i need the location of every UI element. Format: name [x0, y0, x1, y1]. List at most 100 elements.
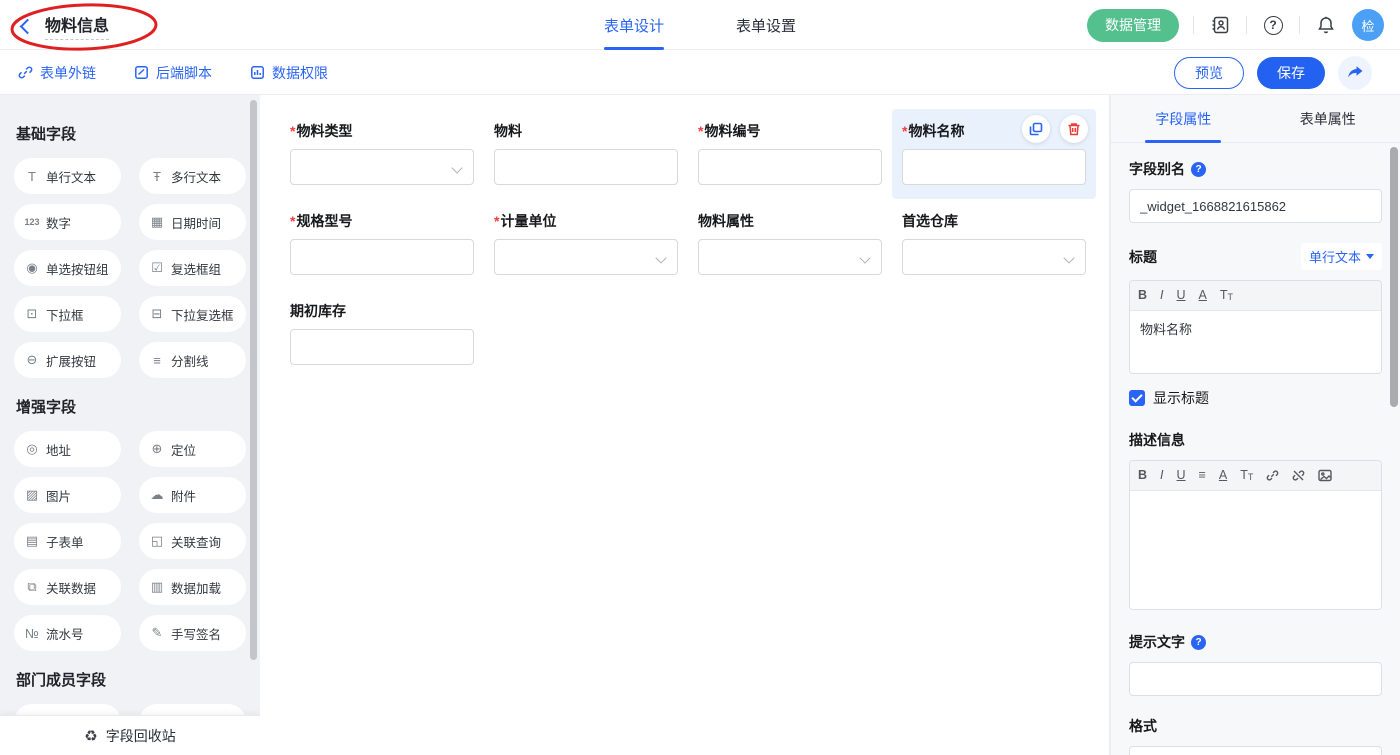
section-title-enhanced-fields: 增强字段: [16, 396, 246, 417]
align-button[interactable]: ≡: [1199, 469, 1206, 482]
form-canvas[interactable]: *物料类型 物料 *物料编号 *物料名称: [260, 95, 1110, 755]
field-alias-input[interactable]: [1129, 189, 1382, 223]
italic-button[interactable]: I: [1160, 469, 1163, 482]
notification-bell-icon[interactable]: [1314, 13, 1338, 37]
palette-item-signature[interactable]: ✎手写签名: [139, 615, 246, 651]
field-recycle-bin-button[interactable]: ♻ 字段回收站: [0, 715, 260, 755]
format-select[interactable]: 无: [1129, 746, 1382, 755]
panel-scrollbar[interactable]: [1390, 147, 1398, 407]
divider: [1299, 16, 1300, 34]
palette-item-address[interactable]: ◎地址: [14, 431, 121, 467]
remove-link-button[interactable]: [1292, 469, 1305, 482]
material-name-input[interactable]: [902, 149, 1086, 185]
copy-field-button[interactable]: [1022, 115, 1050, 143]
description-label: 描述信息: [1129, 430, 1382, 450]
contacts-icon[interactable]: [1208, 13, 1232, 37]
form-field-material-type[interactable]: *物料类型: [280, 109, 484, 199]
font-color-button[interactable]: A: [1219, 469, 1227, 482]
tab-form-design[interactable]: 表单设计: [604, 0, 664, 50]
palette-item-linked-query[interactable]: ◱关联查询: [139, 523, 246, 559]
bold-button[interactable]: B: [1138, 469, 1147, 482]
palette-item-select[interactable]: ⊡下拉框: [14, 296, 121, 332]
insert-link-button[interactable]: [1266, 469, 1279, 482]
divider: [1193, 16, 1194, 34]
subform-icon: ▤: [24, 533, 40, 549]
font-size-button[interactable]: TT: [1220, 289, 1233, 302]
palette-item-image[interactable]: ▨图片: [14, 477, 121, 513]
palette-item-linked-data[interactable]: ⧉关联数据: [14, 569, 121, 605]
insert-image-button[interactable]: [1318, 469, 1332, 482]
unit-select[interactable]: [494, 239, 678, 275]
divider-icon: ≡: [149, 353, 165, 368]
palette-item-radio-group[interactable]: ◉单选按钮组: [14, 250, 121, 286]
material-type-select[interactable]: [290, 149, 474, 185]
form-field-material[interactable]: 物料: [484, 109, 688, 199]
help-icon[interactable]: ?: [1261, 13, 1285, 37]
material-code-input[interactable]: [698, 149, 882, 185]
data-manage-button[interactable]: 数据管理: [1087, 9, 1179, 42]
form-field-material-code[interactable]: *物料编号: [688, 109, 892, 199]
palette-item-multi-line-text[interactable]: Ŧ多行文本: [139, 158, 246, 194]
material-input[interactable]: [494, 149, 678, 185]
bold-button[interactable]: B: [1138, 289, 1147, 302]
underline-button[interactable]: U: [1177, 469, 1186, 482]
placeholder-help-icon[interactable]: ?: [1191, 635, 1206, 650]
palette-item-attachment[interactable]: ☁附件: [139, 477, 246, 513]
font-size-button[interactable]: TT: [1240, 469, 1253, 482]
backend-script-button[interactable]: 后端脚本: [134, 63, 212, 83]
palette-item-subform[interactable]: ▤子表单: [14, 523, 121, 559]
save-button[interactable]: 保存: [1257, 57, 1325, 89]
field-alias-help-icon[interactable]: ?: [1191, 162, 1206, 177]
data-permission-button[interactable]: 数据权限: [250, 63, 328, 83]
palette-item-checkbox-group[interactable]: ☑复选框组: [139, 250, 246, 286]
user-avatar[interactable]: 检: [1352, 9, 1384, 41]
delete-field-button[interactable]: [1060, 115, 1088, 143]
palette-item-data-load[interactable]: ▥数据加载: [139, 569, 246, 605]
form-field-preferred-warehouse[interactable]: 首选仓库: [892, 199, 1096, 289]
unlink-icon: [1292, 469, 1305, 482]
form-field-opening-stock[interactable]: 期初库存: [280, 289, 484, 379]
palette-item-single-line-text[interactable]: T单行文本: [14, 158, 121, 194]
form-field-material-name[interactable]: *物料名称: [892, 109, 1096, 199]
show-title-checkbox[interactable]: [1129, 390, 1145, 406]
title-editor-content[interactable]: 物料名称: [1130, 311, 1381, 373]
preview-button[interactable]: 预览: [1174, 57, 1244, 89]
palette-item-divider[interactable]: ≡分割线: [139, 342, 246, 378]
palette-item-location[interactable]: ⊕定位: [139, 431, 246, 467]
extend-button-icon: ⊖: [24, 352, 40, 368]
pen-icon: ✎: [149, 625, 165, 641]
palette-item-number[interactable]: 123数字: [14, 204, 121, 240]
spec-model-input[interactable]: [290, 239, 474, 275]
sidebar-scrollbar[interactable]: [250, 100, 257, 660]
italic-button[interactable]: I: [1160, 289, 1163, 302]
address-pin-icon: ◎: [24, 441, 40, 457]
location-target-icon: ⊕: [149, 441, 165, 457]
palette-item-extend-button[interactable]: ⊖扩展按钮: [14, 342, 121, 378]
image-icon: [1318, 469, 1332, 482]
dropdown-multi-icon: ⊟: [149, 306, 165, 322]
opening-stock-input[interactable]: [290, 329, 474, 365]
tab-form-settings[interactable]: 表单设置: [736, 0, 796, 50]
tab-form-properties[interactable]: 表单属性: [1256, 95, 1400, 142]
external-link-button[interactable]: 表单外链: [18, 63, 96, 83]
description-editor-content[interactable]: [1130, 491, 1381, 609]
font-color-button[interactable]: A: [1199, 289, 1207, 302]
form-field-unit[interactable]: *计量单位: [484, 199, 688, 289]
checkbox-icon: ☑: [149, 260, 165, 276]
field-type-dropdown[interactable]: 单行文本: [1301, 243, 1382, 270]
form-field-spec-model[interactable]: *规格型号: [280, 199, 484, 289]
palette-item-datetime[interactable]: ▦日期时间: [139, 204, 246, 240]
underline-button[interactable]: U: [1177, 289, 1186, 302]
placeholder-label: 提示文字 ?: [1129, 632, 1382, 652]
palette-item-serial-number[interactable]: №流水号: [14, 615, 121, 651]
placeholder-input[interactable]: [1129, 662, 1382, 696]
palette-item-multi-select[interactable]: ⊟下拉复选框: [139, 296, 246, 332]
chevron-down-icon: [1366, 254, 1374, 259]
link-icon: [18, 65, 33, 80]
preferred-warehouse-select[interactable]: [902, 239, 1086, 275]
material-attr-select[interactable]: [698, 239, 882, 275]
share-button[interactable]: [1338, 56, 1372, 90]
divider: [1246, 16, 1247, 34]
tab-field-properties[interactable]: 字段属性: [1111, 95, 1256, 142]
form-field-material-attr[interactable]: 物料属性: [688, 199, 892, 289]
